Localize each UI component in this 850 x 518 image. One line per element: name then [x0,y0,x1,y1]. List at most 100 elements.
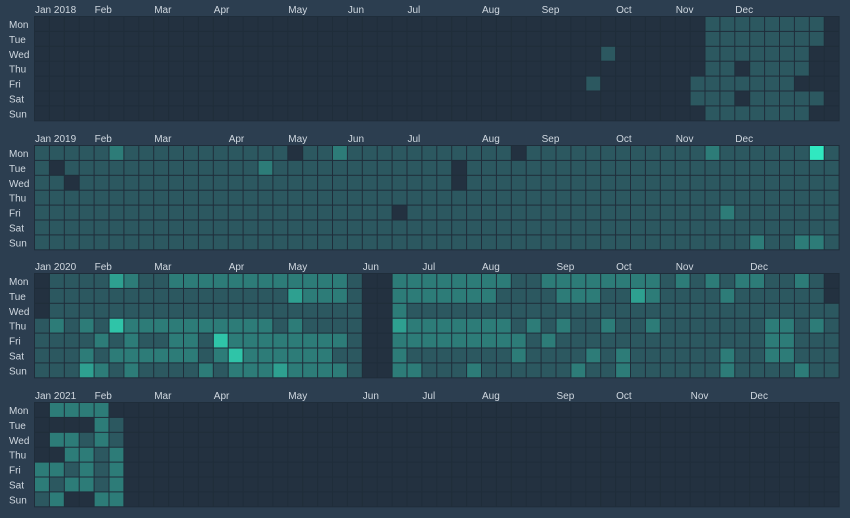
heatmap-cell [824,403,839,417]
heatmap-cell [273,318,288,333]
heatmap-cell [705,220,720,235]
heatmap-cell [467,432,481,447]
heatmap-cell [735,17,750,31]
heatmap-cell [705,318,720,333]
heatmap-cell [407,447,422,462]
heatmap-cell [362,432,377,447]
heatmap-cell [228,477,243,492]
heatmap-cell [79,175,94,190]
heatmap-cell [228,91,243,106]
heatmap-cell [586,303,601,318]
heatmap-cell [511,318,526,333]
heatmap-cell [169,403,183,417]
heatmap-cell [139,303,154,318]
heatmap-cell [496,288,511,303]
heatmap-cell [273,175,288,190]
heatmap-cell [645,160,660,175]
heatmap-cell [333,462,347,477]
weekday-label: Thu [9,451,26,462]
heatmap-cell [347,146,362,160]
heatmap-cell [526,303,541,318]
heatmap-cell [422,447,437,462]
heatmap-cell [49,432,64,447]
heatmap-cell [824,348,839,363]
heatmap-cell [362,403,377,417]
heatmap-cell [347,492,362,507]
heatmap-cell [35,190,49,205]
heatmap-cell [288,363,303,378]
heatmap-cell [541,91,556,106]
heatmap-cell [303,303,318,318]
heatmap-cell [198,348,213,363]
heatmap-cell [377,318,392,333]
heatmap-cell [392,477,407,492]
heatmap-cell [616,235,630,250]
heatmap-cell [601,303,616,318]
heatmap-cell [139,333,154,348]
heatmap-cell [780,46,794,61]
heatmap-cell [482,106,496,121]
heatmap-cell [273,76,288,91]
heatmap-cell [511,492,526,507]
heatmap-cell [586,91,601,106]
heatmap-cell [631,175,645,190]
heatmap-cell [571,91,586,106]
heatmap-cell [601,432,616,447]
month-label: Apr [214,5,230,16]
heatmap-cell [571,235,586,250]
heatmap-cell [213,274,228,288]
heatmap-cell [377,46,392,61]
heatmap-cell [467,61,481,76]
heatmap-cell [720,274,735,288]
heatmap-cell [601,17,616,31]
heatmap-cell [362,303,377,318]
heatmap-cell [690,363,705,378]
heatmap-cell [452,363,467,378]
heatmap-cell [526,447,541,462]
heatmap-cell [660,190,675,205]
heatmap-cell [64,318,79,333]
weekday-label: Sun [9,495,27,506]
heatmap-cell [496,220,511,235]
heatmap-cell [556,274,571,288]
heatmap-cell [496,205,511,220]
heatmap-cell [184,417,198,432]
heatmap-cell [750,91,765,106]
heatmap-cell [765,190,779,205]
heatmap-cell [347,417,362,432]
heatmap-cell [750,175,765,190]
heatmap-cell [288,61,303,76]
heatmap-cell [526,492,541,507]
heatmap-cell [616,190,630,205]
month-label: Mar [154,134,172,145]
heatmap-cell [780,175,794,190]
heatmap-cell [228,190,243,205]
heatmap-cell [526,363,541,378]
heatmap-cell [645,447,660,462]
heatmap-cell [556,146,571,160]
heatmap-cell [780,76,794,91]
heatmap-cell [496,318,511,333]
month-label: Jun [363,391,379,402]
heatmap-cell [154,417,169,432]
heatmap-cell [109,447,124,462]
heatmap-cell [631,363,645,378]
heatmap-cell [526,288,541,303]
heatmap-cell [690,190,705,205]
heatmap-cell [377,462,392,477]
heatmap-cell [496,160,511,175]
heatmap-cell [675,403,690,417]
heatmap-cell [79,333,94,348]
heatmap-cell [169,417,183,432]
heatmap-cell [601,106,616,121]
heatmap-cell [794,462,809,477]
heatmap-cell [94,462,109,477]
heatmap-cell [780,17,794,31]
heatmap-cell [809,477,824,492]
heatmap-cell [347,363,362,378]
heatmap-cell [198,432,213,447]
month-label: Dec [735,134,753,145]
heatmap-cell [273,363,288,378]
heatmap-cell [467,417,481,432]
heatmap-cell [35,46,49,61]
